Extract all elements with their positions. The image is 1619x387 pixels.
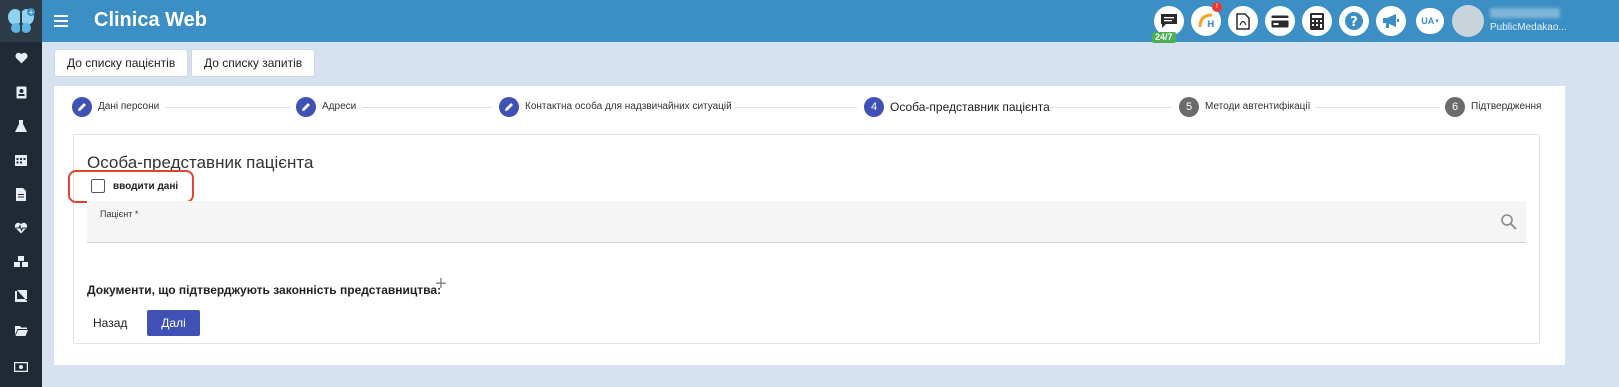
user-name-blurred[interactable] (1490, 8, 1560, 18)
stepper-connector (165, 107, 290, 108)
step-1-label[interactable]: Дані персони (98, 101, 159, 112)
announcements-button[interactable] (1376, 6, 1406, 36)
step-6-number[interactable]: 6 (1445, 97, 1465, 117)
language-switcher[interactable]: UA ▾ (1416, 8, 1444, 34)
money-icon[interactable] (0, 350, 42, 384)
heart-icon[interactable] (0, 41, 42, 75)
step-3-edit-icon[interactable] (499, 97, 519, 117)
svg-text:?: ? (1350, 15, 1358, 30)
documents-label: Документи, що підтверджують законність п… (87, 283, 442, 297)
patient-field-label: Пацієнт * (100, 209, 139, 219)
pdf-icon (1236, 12, 1250, 30)
enter-data-checkbox[interactable] (91, 179, 105, 193)
back-button[interactable]: Назад (87, 310, 133, 336)
add-document-button[interactable]: + (433, 274, 449, 294)
pdf-button[interactable] (1228, 6, 1258, 36)
step-1-edit-icon[interactable] (72, 97, 92, 117)
calendar-icon[interactable] (0, 143, 42, 177)
folder-icon[interactable] (0, 313, 42, 347)
payment-button[interactable] (1265, 6, 1295, 36)
caret-down-icon: ▾ (1435, 18, 1439, 25)
step-5-number[interactable]: 5 (1179, 97, 1199, 117)
alert-badge: ! (1212, 2, 1222, 12)
enter-data-label[interactable]: вводити дані (113, 181, 178, 192)
stepper-connector (735, 107, 857, 108)
helsi-logo-icon: H (1198, 13, 1215, 30)
chat-icon (1161, 14, 1177, 28)
svg-text:+: + (28, 9, 34, 17)
step-5-label[interactable]: Методи автентифікації (1205, 101, 1310, 112)
calculator-button[interactable] (1302, 6, 1332, 36)
step-3-label[interactable]: Контактна особа для надзвичайних ситуаці… (525, 101, 732, 112)
stepper-connector (1050, 107, 1172, 108)
cubes-icon[interactable] (0, 245, 42, 279)
step-4-number[interactable]: 4 (864, 97, 884, 117)
stepper-connector (362, 107, 492, 108)
calculator-icon (1310, 12, 1324, 30)
step-2-label[interactable]: Адреси (322, 101, 356, 112)
credit-card-icon (1271, 15, 1289, 27)
back-to-patients-button[interactable]: До списку пацієнтів (54, 49, 189, 77)
support-badge: 24/7 (1152, 32, 1176, 43)
language-label: UA (1421, 16, 1435, 26)
step-4-label[interactable]: Особа-представник пацієнта (890, 100, 1050, 114)
app-title: Clinica Web (94, 9, 207, 31)
patient-search-field[interactable] (87, 201, 1526, 243)
next-button[interactable]: Далі (147, 310, 200, 336)
svg-text:H: H (1207, 20, 1215, 30)
id-card-icon[interactable] (0, 75, 42, 109)
butterfly-logo-icon: + (8, 8, 35, 33)
hamburger-menu-icon[interactable] (54, 12, 68, 30)
user-org[interactable]: PublicMedakao... (1490, 22, 1566, 33)
document-icon[interactable] (0, 177, 42, 211)
stepper-connector (1315, 107, 1440, 108)
flask-icon[interactable] (0, 109, 42, 143)
avatar[interactable] (1452, 5, 1484, 37)
book-icon[interactable] (0, 279, 42, 313)
help-button[interactable]: ? (1339, 6, 1369, 36)
heartbeat-icon[interactable] (0, 211, 42, 245)
sidebar: + (0, 0, 42, 387)
step-2-edit-icon[interactable] (296, 97, 316, 117)
help-icon: ? (1345, 12, 1363, 30)
search-icon[interactable] (1500, 213, 1518, 231)
step-6-label[interactable]: Підтвердження (1471, 101, 1541, 112)
logo[interactable]: + (0, 0, 42, 42)
megaphone-icon (1383, 14, 1399, 28)
back-to-requests-button[interactable]: До списку запитів (191, 49, 316, 77)
